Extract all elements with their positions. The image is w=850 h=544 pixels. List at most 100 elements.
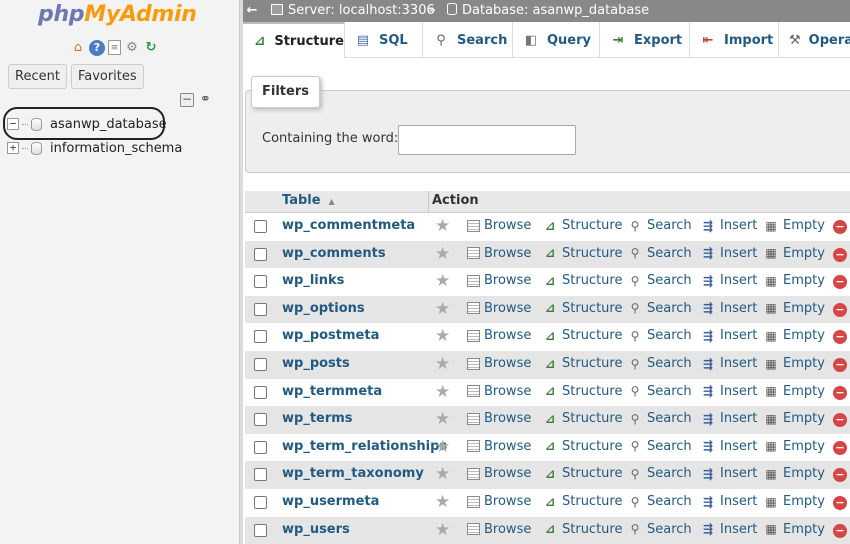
structure-button[interactable]: ⊿ Structure <box>542 273 623 288</box>
insert-button[interactable]: ⇶ Insert <box>700 522 757 537</box>
drop-icon[interactable]: − <box>833 302 847 317</box>
breadcrumb-database[interactable]: Database: asanwp_database <box>447 0 649 22</box>
expand-icon[interactable]: + <box>7 142 19 154</box>
insert-button[interactable]: ⇶ Insert <box>700 411 757 426</box>
browse-button[interactable]: Browse <box>467 218 531 233</box>
search-button[interactable]: ⚲ Search <box>627 301 692 316</box>
drop-icon[interactable]: − <box>833 220 847 234</box>
table-name-link[interactable]: wp_usermeta <box>282 494 379 509</box>
db-tree-item[interactable]: + information_schema <box>7 138 182 158</box>
search-button[interactable]: ⚲ Search <box>627 439 692 454</box>
drop-icon[interactable]: − <box>833 358 847 372</box>
drop-icon[interactable]: − <box>833 247 847 262</box>
tab-sql[interactable]: ▤ SQL <box>345 22 423 58</box>
table-name-link[interactable]: wp_termmeta <box>282 384 382 399</box>
insert-button[interactable]: ⇶ Insert <box>700 273 757 288</box>
favorite-star-icon[interactable]: ★ <box>435 216 450 236</box>
favorite-star-icon[interactable]: ★ <box>435 520 450 540</box>
drop-icon[interactable]: − <box>833 413 847 428</box>
browse-button[interactable]: Browse <box>467 411 531 426</box>
search-button[interactable]: ⚲ Search <box>627 466 692 481</box>
search-button[interactable]: ⚲ Search <box>627 411 692 426</box>
row-checkbox[interactable] <box>254 385 267 399</box>
db-name[interactable]: information_schema <box>50 141 182 156</box>
browse-button[interactable]: Browse <box>467 494 531 509</box>
insert-button[interactable]: ⇶ Insert <box>700 356 757 371</box>
empty-button[interactable]: ▦ Empty <box>763 273 825 288</box>
row-checkbox[interactable] <box>254 220 267 233</box>
row-checkbox[interactable] <box>254 496 267 509</box>
structure-button[interactable]: ⊿ Structure <box>542 301 623 316</box>
structure-button[interactable]: ⊿ Structure <box>542 384 623 399</box>
reload-icon[interactable]: ↻ <box>143 40 159 56</box>
empty-button[interactable]: ▦ Empty <box>763 218 825 233</box>
insert-button[interactable]: ⇶ Insert <box>700 218 757 233</box>
row-checkbox[interactable] <box>254 413 267 427</box>
link-with-main-panel-icon[interactable]: ⚭ <box>200 93 211 107</box>
drop-icon[interactable]: − <box>833 496 847 510</box>
favorite-star-icon[interactable]: ★ <box>435 244 450 264</box>
structure-button[interactable]: ⊿ Structure <box>542 439 623 454</box>
search-button[interactable]: ⚲ Search <box>627 356 692 371</box>
row-checkbox[interactable] <box>254 440 267 454</box>
empty-button[interactable]: ▦ Empty <box>763 466 825 481</box>
collapse-nav-arrow-icon[interactable]: ← <box>243 0 261 22</box>
tab-structure[interactable]: ⊿ Structure <box>243 22 345 58</box>
insert-button[interactable]: ⇶ Insert <box>700 301 757 316</box>
structure-button[interactable]: ⊿ Structure <box>542 411 623 426</box>
table-name-link[interactable]: wp_term_relationships <box>282 439 447 454</box>
structure-button[interactable]: ⊿ Structure <box>542 494 623 509</box>
search-button[interactable]: ⚲ Search <box>627 494 692 509</box>
table-name-link[interactable]: wp_options <box>282 301 365 316</box>
browse-button[interactable]: Browse <box>467 273 531 288</box>
structure-button[interactable]: ⊿ Structure <box>542 356 623 371</box>
insert-button[interactable]: ⇶ Insert <box>700 466 757 481</box>
tab-query[interactable]: ◧ Query <box>513 22 600 58</box>
browse-button[interactable]: Browse <box>467 301 531 316</box>
favorites-button[interactable]: Favorites <box>70 64 144 89</box>
structure-button[interactable]: ⊿ Structure <box>542 522 623 537</box>
panel-splitter[interactable] <box>240 0 243 544</box>
favorite-star-icon[interactable]: ★ <box>435 354 450 374</box>
empty-button[interactable]: ▦ Empty <box>763 522 825 537</box>
favorite-star-icon[interactable]: ★ <box>435 437 450 457</box>
table-name-link[interactable]: wp_term_taxonomy <box>282 466 424 481</box>
browse-button[interactable]: Browse <box>467 246 531 261</box>
insert-button[interactable]: ⇶ Insert <box>700 384 757 399</box>
browse-button[interactable]: Browse <box>467 328 531 343</box>
browse-button[interactable]: Browse <box>467 439 531 454</box>
favorite-star-icon[interactable]: ★ <box>435 271 450 291</box>
help-icon[interactable]: ? <box>89 40 105 56</box>
drop-icon[interactable]: − <box>833 523 847 538</box>
drop-icon[interactable]: − <box>833 440 847 455</box>
browse-button[interactable]: Browse <box>467 384 531 399</box>
empty-button[interactable]: ▦ Empty <box>763 356 825 371</box>
favorite-star-icon[interactable]: ★ <box>435 492 450 512</box>
tab-search[interactable]: ⚲ Search <box>423 22 513 58</box>
favorite-star-icon[interactable]: ★ <box>435 326 450 346</box>
phpmyadmin-logo[interactable]: phpMyAdmin <box>38 2 197 27</box>
structure-button[interactable]: ⊿ Structure <box>542 246 623 261</box>
browse-button[interactable]: Browse <box>467 522 531 537</box>
drop-icon[interactable]: − <box>833 275 847 290</box>
table-name-link[interactable]: wp_terms <box>282 411 353 426</box>
search-button[interactable]: ⚲ Search <box>627 273 692 288</box>
search-button[interactable]: ⚲ Search <box>627 246 692 261</box>
drop-icon[interactable]: − <box>833 330 847 345</box>
empty-button[interactable]: ▦ Empty <box>763 246 825 261</box>
favorite-star-icon[interactable]: ★ <box>435 409 450 429</box>
empty-button[interactable]: ▦ Empty <box>763 494 825 509</box>
insert-button[interactable]: ⇶ Insert <box>700 328 757 343</box>
table-name-link[interactable]: wp_links <box>282 273 344 288</box>
insert-button[interactable]: ⇶ Insert <box>700 494 757 509</box>
table-name-link[interactable]: wp_comments <box>282 246 386 261</box>
row-checkbox[interactable] <box>254 330 267 344</box>
search-button[interactable]: ⚲ Search <box>627 328 692 343</box>
structure-button[interactable]: ⊿ Structure <box>542 466 623 481</box>
row-checkbox[interactable] <box>254 302 267 316</box>
search-button[interactable]: ⚲ Search <box>627 384 692 399</box>
empty-button[interactable]: ▦ Empty <box>763 439 825 454</box>
table-name-link[interactable]: wp_users <box>282 522 350 537</box>
table-name-link[interactable]: wp_commentmeta <box>282 218 415 233</box>
structure-button[interactable]: ⊿ Structure <box>542 218 623 233</box>
